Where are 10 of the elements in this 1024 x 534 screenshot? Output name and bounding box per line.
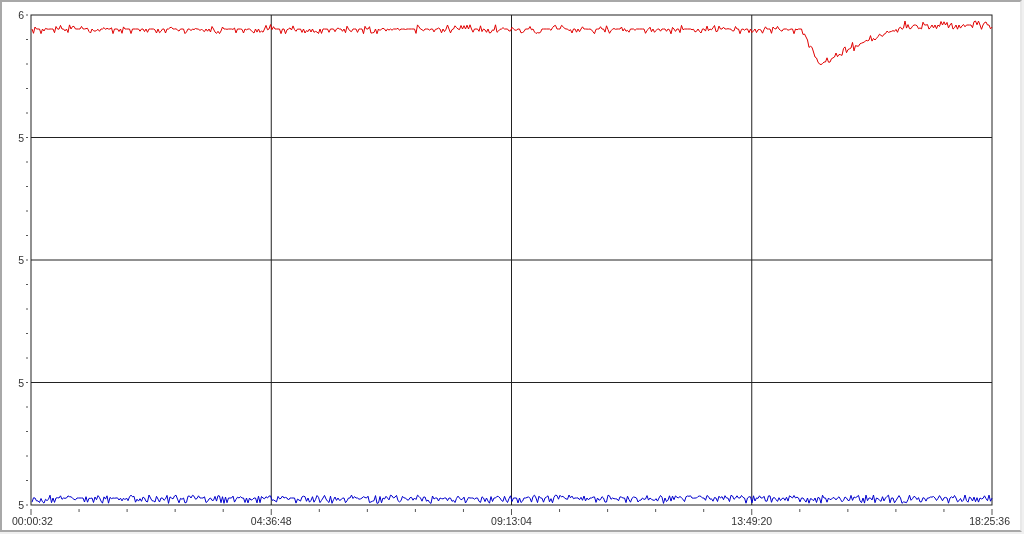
axis-label: 5 bbox=[18, 254, 24, 266]
axis-label: 5 bbox=[18, 376, 24, 389]
axis-label: 09:13:04 bbox=[491, 515, 532, 527]
axis-label: 04:36:48 bbox=[250, 515, 292, 527]
axis-label: 6 bbox=[18, 9, 24, 21]
axis-label: 5 bbox=[18, 131, 24, 144]
axis-label: 5 bbox=[18, 499, 24, 511]
axis-label: 18:25:36 bbox=[969, 515, 1010, 527]
axis-label: 13:49:20 bbox=[731, 515, 773, 527]
axis-label: 00:00:32 bbox=[12, 515, 53, 527]
